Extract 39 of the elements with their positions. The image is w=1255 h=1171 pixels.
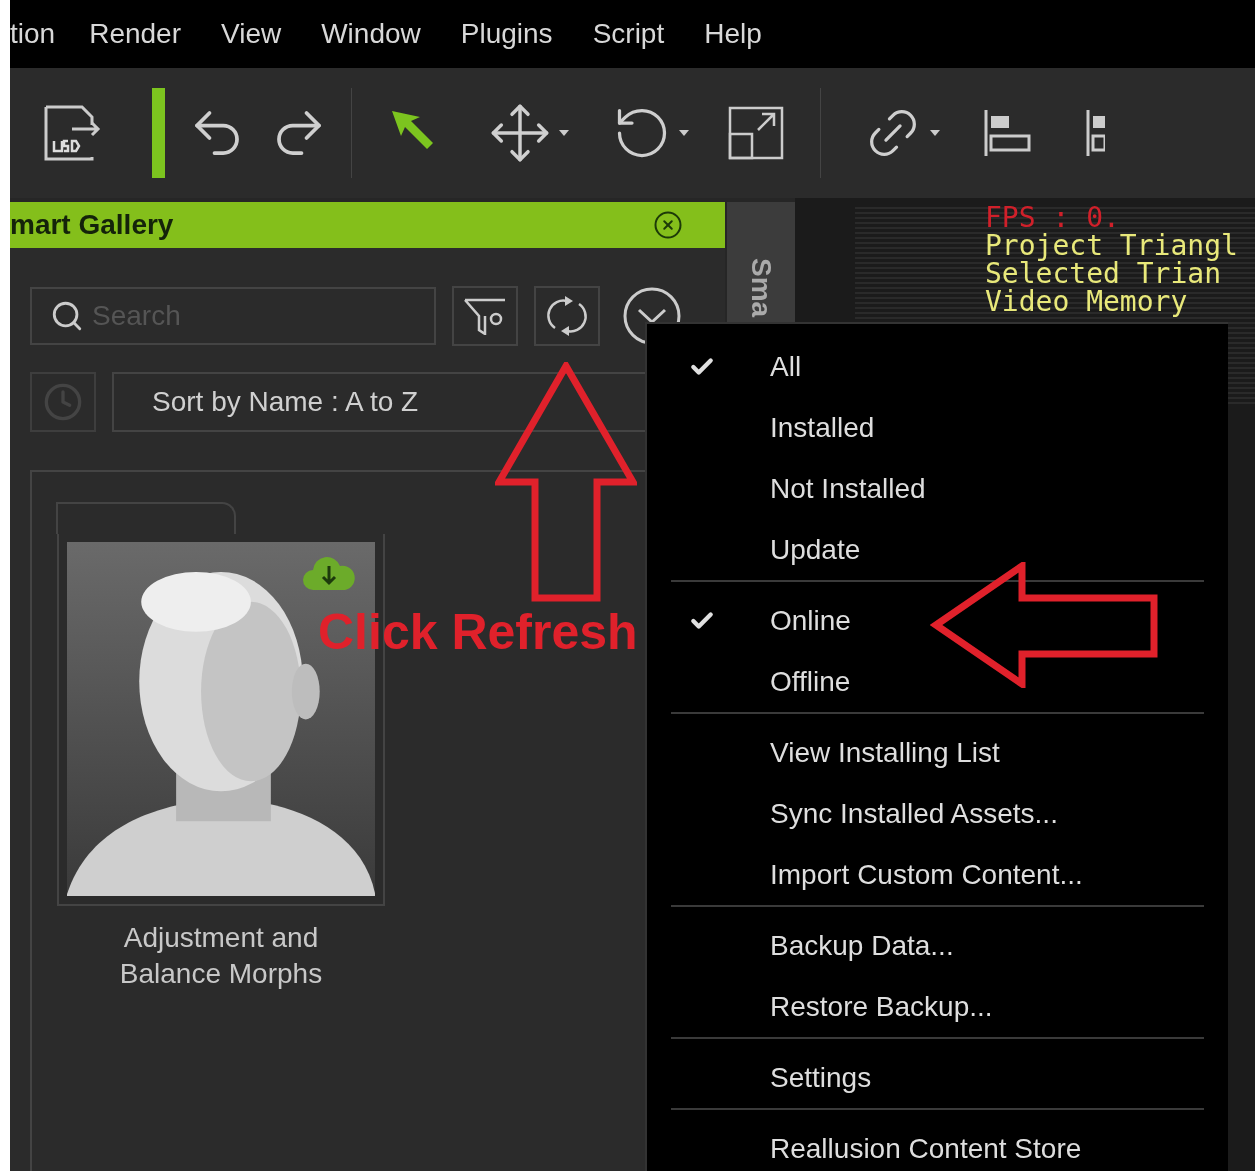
align-icon[interactable] <box>1085 108 1105 158</box>
panel-title: mart Gallery <box>10 208 174 242</box>
menu-option[interactable]: Restore Backup... <box>671 976 1204 1037</box>
caret-icon <box>558 129 570 137</box>
menu-option[interactable]: Backup Data... <box>671 915 1204 976</box>
filter-settings-icon <box>463 297 507 335</box>
item-caption: Adjustment and Balance Morphs <box>118 921 324 991</box>
menu-item[interactable]: tion <box>10 13 56 55</box>
caret-icon <box>678 129 690 137</box>
menu-option[interactable]: Settings <box>671 1047 1204 1108</box>
caret-icon <box>929 129 941 137</box>
menu-option[interactable]: Not Installed <box>671 458 1204 519</box>
viewport-stat: Project Triangl <box>985 232 1239 260</box>
menu-item[interactable]: Help <box>704 13 762 55</box>
menu-option[interactable]: Reallusion Content Store <box>671 1118 1204 1171</box>
menu-item[interactable]: Render <box>89 13 181 55</box>
menu-item[interactable]: Script <box>592 13 665 55</box>
menu-item[interactable]: Window <box>321 13 421 55</box>
side-tab[interactable]: Sma <box>741 258 781 318</box>
refresh-icon <box>545 294 589 338</box>
menu-item[interactable]: Plugins <box>460 13 553 55</box>
menu-option[interactable]: Update <box>671 519 1204 580</box>
align-icon[interactable] <box>983 108 1033 158</box>
viewport-stat: Selected Trian <box>985 260 1221 288</box>
menu-option[interactable]: Sync Installed Assets... <box>671 783 1204 844</box>
menu-item[interactable]: View <box>221 13 282 55</box>
menu-option[interactable]: Online <box>671 590 1204 651</box>
scale-icon[interactable] <box>728 106 784 160</box>
menu-option[interactable]: Offline <box>671 651 1204 712</box>
filter-button[interactable] <box>452 286 518 346</box>
clock-icon <box>43 382 83 422</box>
menu-option[interactable]: Import Custom Content... <box>671 844 1204 905</box>
menu-option[interactable]: View Installing List <box>671 722 1204 783</box>
annotation-text: Click Refresh <box>318 606 638 658</box>
viewport-stat: FPS : 0. <box>985 204 1120 232</box>
viewport-stat: Video Memory <box>985 288 1189 316</box>
close-icon[interactable] <box>653 210 683 240</box>
search-icon <box>50 299 84 333</box>
refresh-button[interactable] <box>534 286 600 346</box>
